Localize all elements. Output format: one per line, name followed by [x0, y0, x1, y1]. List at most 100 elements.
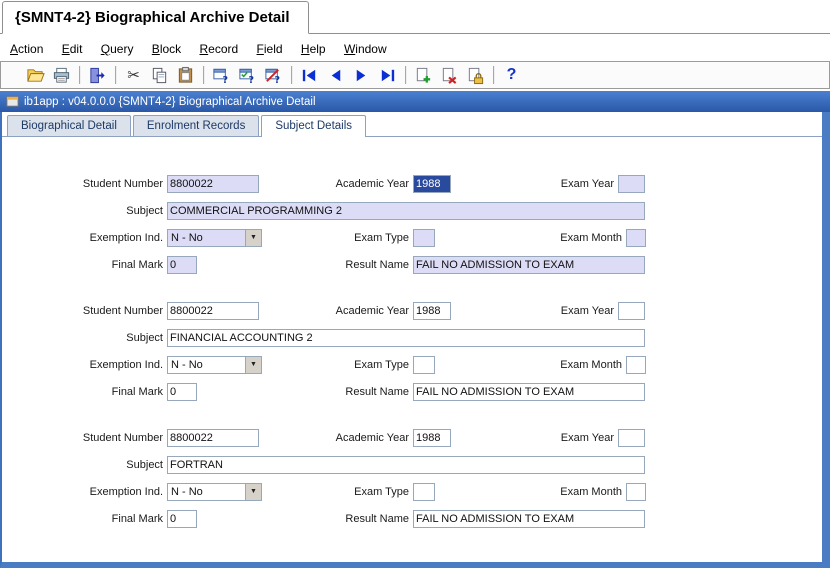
result-name-label: Result Name — [345, 385, 409, 398]
enter-query-icon[interactable]: ? — [209, 64, 234, 87]
chevron-down-icon[interactable]: ▼ — [245, 229, 261, 246]
exam-type-field[interactable] — [413, 355, 435, 374]
help-icon[interactable]: ? — [499, 64, 524, 87]
next-record-icon[interactable] — [349, 64, 374, 87]
copy-icon[interactable] — [147, 64, 172, 87]
menu-block[interactable]: Block — [152, 42, 181, 56]
exam-type-label: Exam Type — [354, 485, 409, 498]
chevron-down-icon[interactable]: ▼ — [245, 356, 261, 373]
exam-month-field[interactable] — [626, 355, 646, 374]
tab-enrolment-records[interactable]: Enrolment Records — [132, 115, 260, 136]
toolbar-separator — [405, 66, 407, 84]
menu-query[interactable]: Query — [101, 42, 134, 56]
previous-record-icon[interactable] — [323, 64, 348, 87]
exam-year-field[interactable] — [618, 301, 645, 320]
exam-type-field[interactable] — [413, 482, 435, 501]
menu-action[interactable]: Action — [10, 42, 43, 56]
subject-details-content: Student Number Academic Year Exam Year S… — [2, 137, 822, 562]
final-mark-field[interactable] — [167, 382, 197, 401]
subject-record-3: Student Number Academic Year Exam Year S… — [2, 424, 822, 532]
student-number-label: Student Number — [82, 177, 163, 190]
toolbar-separator — [493, 66, 495, 84]
app-title-bar: ib1app : v04.0.0.0 {SMNT4-2} Biographica… — [0, 91, 830, 112]
toolbar-separator — [291, 66, 293, 84]
exemption-ind-select[interactable]: N - No ▼ — [167, 482, 262, 501]
student-number-field[interactable] — [167, 428, 259, 447]
print-icon[interactable] — [49, 64, 74, 87]
exam-year-label: Exam Year — [560, 304, 614, 317]
result-name-field[interactable] — [413, 382, 645, 401]
form-frame: Biographical Detail Enrolment Records Su… — [0, 112, 830, 568]
paste-icon[interactable] — [173, 64, 198, 87]
next-block-icon[interactable] — [375, 64, 400, 87]
exam-month-label: Exam Month — [560, 231, 622, 244]
exam-month-label: Exam Month — [560, 358, 622, 371]
final-mark-field[interactable] — [167, 509, 197, 528]
cancel-query-icon[interactable]: ? — [261, 64, 286, 87]
toolbar-separator — [203, 66, 205, 84]
exam-month-label: Exam Month — [560, 485, 622, 498]
toolbar-separator — [115, 66, 117, 84]
exam-year-field[interactable] — [618, 428, 645, 447]
chevron-down-icon[interactable]: ▼ — [245, 483, 261, 500]
exam-month-field[interactable] — [626, 482, 646, 501]
subject-field[interactable] — [167, 455, 645, 474]
exam-year-label: Exam Year — [560, 177, 614, 190]
academic-year-label: Academic Year — [335, 177, 409, 190]
exemption-ind-value: N - No — [171, 231, 203, 244]
exemption-ind-label: Exemption Ind. — [89, 358, 163, 371]
previous-block-icon[interactable] — [297, 64, 322, 87]
subject-record-1: Student Number Academic Year Exam Year S… — [2, 170, 822, 278]
subject-label: Subject — [126, 331, 163, 344]
exam-type-field[interactable] — [413, 228, 435, 247]
tab-strip: Biographical Detail Enrolment Records Su… — [2, 112, 822, 137]
svg-text:?: ? — [274, 75, 280, 85]
subject-field[interactable] — [167, 201, 645, 220]
svg-text:?: ? — [248, 75, 254, 85]
menu-window[interactable]: Window — [344, 42, 387, 56]
academic-year-field[interactable] — [413, 301, 451, 320]
exemption-ind-label: Exemption Ind. — [89, 485, 163, 498]
tab-biographical-detail[interactable]: Biographical Detail — [7, 115, 131, 136]
final-mark-field[interactable] — [167, 255, 197, 274]
app-icon — [6, 96, 19, 107]
academic-year-field[interactable] — [413, 174, 451, 193]
subject-label: Subject — [126, 458, 163, 471]
window-title-row: {SMNT4-2} Biographical Archive Detail — [0, 0, 830, 34]
execute-query-icon[interactable]: ? — [235, 64, 260, 87]
exam-type-label: Exam Type — [354, 231, 409, 244]
menu-record[interactable]: Record — [200, 42, 239, 56]
subject-field[interactable] — [167, 328, 645, 347]
insert-record-icon[interactable] — [411, 64, 436, 87]
cut-icon[interactable]: ✂ — [121, 64, 146, 87]
final-mark-label: Final Mark — [111, 258, 163, 271]
exemption-ind-select[interactable]: N - No ▼ — [167, 228, 262, 247]
student-number-field[interactable] — [167, 174, 259, 193]
delete-record-icon[interactable] — [437, 64, 462, 87]
academic-year-label: Academic Year — [335, 431, 409, 444]
exam-year-label: Exam Year — [560, 431, 614, 444]
final-mark-label: Final Mark — [111, 385, 163, 398]
student-number-field[interactable] — [167, 301, 259, 320]
academic-year-field[interactable] — [413, 428, 451, 447]
exam-month-field[interactable] — [626, 228, 646, 247]
student-number-label: Student Number — [82, 304, 163, 317]
exit-icon[interactable] — [85, 64, 110, 87]
menu-help[interactable]: Help — [301, 42, 326, 56]
result-name-field[interactable] — [413, 509, 645, 528]
menu-bar: Action Edit Query Block Record Field Hel… — [0, 34, 830, 61]
tab-subject-details[interactable]: Subject Details — [261, 115, 367, 137]
exemption-ind-select[interactable]: N - No ▼ — [167, 355, 262, 374]
result-name-field[interactable] — [413, 255, 645, 274]
menu-edit[interactable]: Edit — [62, 42, 83, 56]
exam-year-field[interactable] — [618, 174, 645, 193]
window-title-tab: {SMNT4-2} Biographical Archive Detail — [2, 1, 309, 34]
exemption-ind-value: N - No — [171, 358, 203, 371]
save-icon[interactable] — [23, 64, 48, 87]
lock-record-icon[interactable] — [463, 64, 488, 87]
subject-label: Subject — [126, 204, 163, 217]
academic-year-label: Academic Year — [335, 304, 409, 317]
toolbar: ✂ ? ? ? ? — [0, 61, 830, 89]
toolbar-separator — [79, 66, 81, 84]
menu-field[interactable]: Field — [257, 42, 283, 56]
